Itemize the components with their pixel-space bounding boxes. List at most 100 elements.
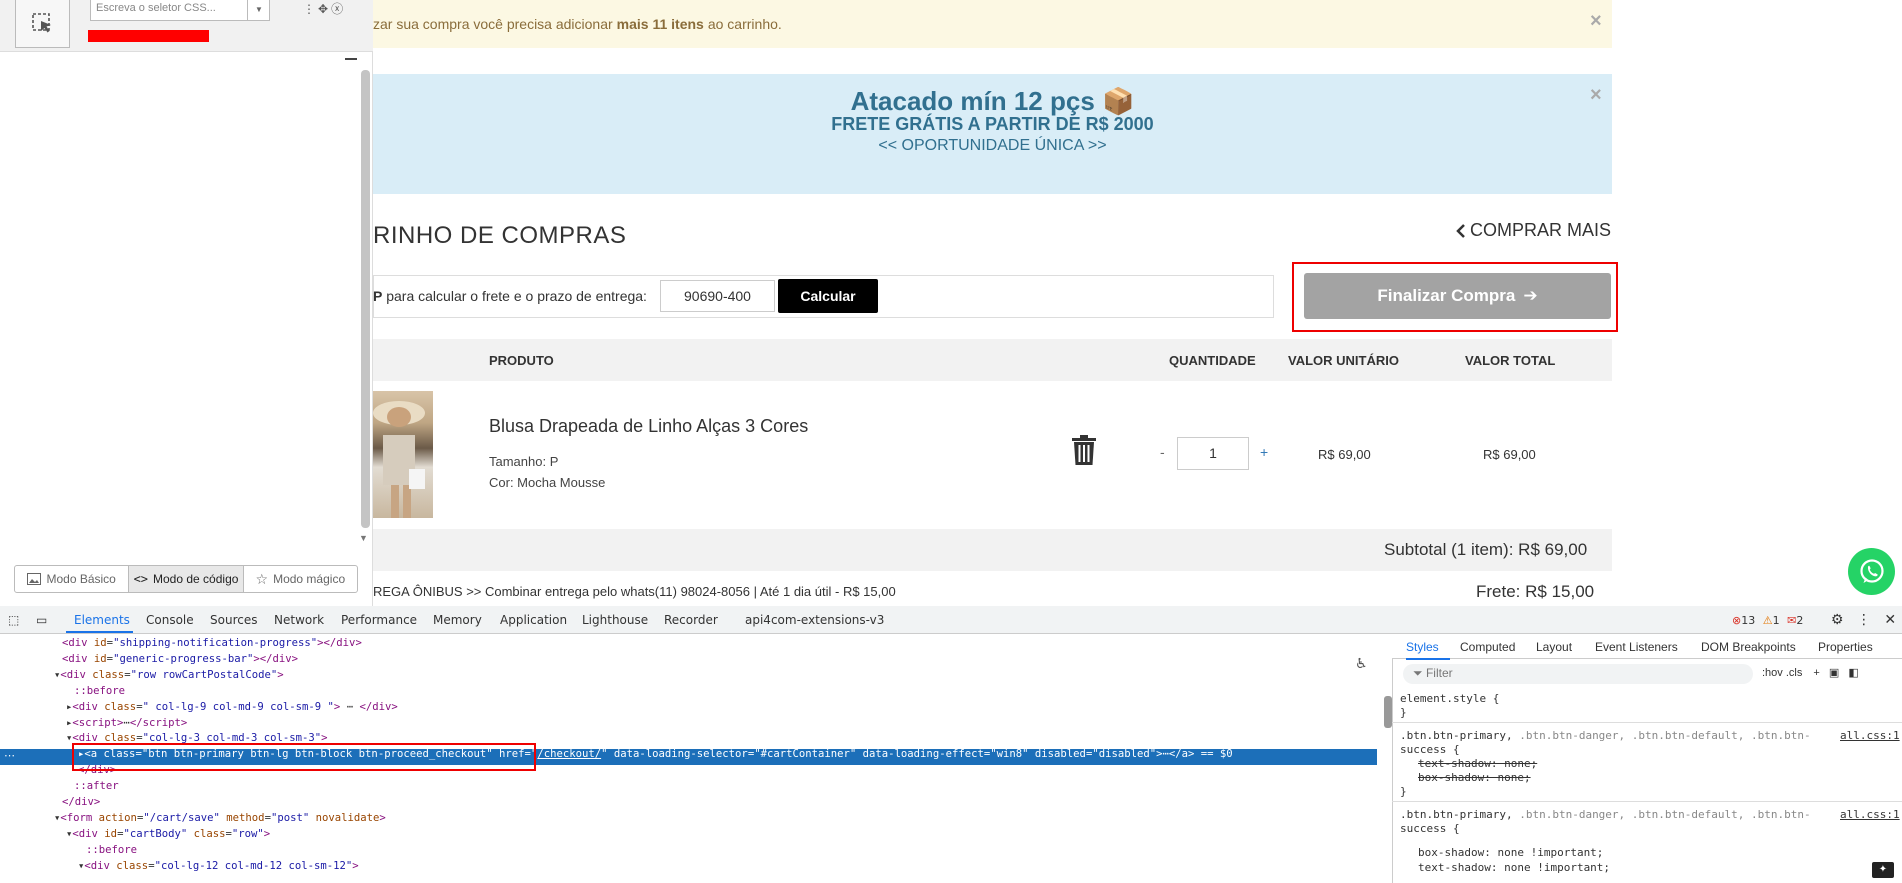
- element-picker-button[interactable]: [15, 0, 70, 48]
- close-devtools-icon[interactable]: ✕: [1884, 612, 1896, 628]
- dom-line[interactable]: ▾<div class="row rowCartPostalCode">: [54, 668, 284, 684]
- postal-code-input[interactable]: 90690-400: [660, 280, 775, 312]
- panel-controls[interactable]: ⋮✥ⓧ: [303, 0, 346, 17]
- tab-application[interactable]: Application: [500, 613, 567, 627]
- selector-dropdown-toggle[interactable]: ▼: [247, 0, 270, 21]
- filter-icon: ⏷: [1413, 666, 1423, 680]
- devtools-status[interactable]: ⊗13 ⚠1 ✉2 ⚙ ⋮ ✕: [1732, 612, 1896, 628]
- rule2-selector-rest: .btn.btn-danger, .btn.btn-default, .btn.…: [1512, 808, 1811, 821]
- trash-icon[interactable]: [1070, 434, 1098, 466]
- dom-line[interactable]: ::before: [86, 843, 137, 859]
- quantity-input[interactable]: 1: [1177, 437, 1249, 470]
- product-name[interactable]: Blusa Drapeada de Linho Alças 3 Cores: [489, 416, 808, 437]
- calculate-shipping-button[interactable]: Calcular: [778, 279, 878, 313]
- product-size: Tamanho: P: [489, 454, 559, 469]
- scroll-down-arrow-icon[interactable]: ▼: [359, 533, 368, 543]
- close-circle-icon[interactable]: ⓧ: [331, 2, 346, 16]
- move-icon[interactable]: ✥: [318, 2, 331, 16]
- tab-properties[interactable]: Properties: [1818, 640, 1873, 654]
- dom-line[interactable]: ::after: [74, 779, 119, 795]
- cart-title: RINHO DE COMPRAS: [373, 222, 627, 249]
- css-selector-input[interactable]: Escreva o seletor CSS...: [90, 0, 270, 21]
- quantity-decrease-button[interactable]: -: [1160, 444, 1165, 460]
- styles-tabbar: Styles Computed Layout Event Listeners D…: [1392, 635, 1902, 659]
- dom-line[interactable]: ▸<div class=" col-lg-9 col-md-9 col-sm-9…: [66, 700, 398, 716]
- rule2-source-link[interactable]: all.css:1: [1840, 808, 1900, 821]
- element-style-rule[interactable]: element.style {: [1400, 692, 1499, 705]
- rule2-selector[interactable]: .btn.btn-primary, .btn.btn-danger, .btn.…: [1400, 808, 1811, 821]
- rule1-source-link[interactable]: all.css:1: [1840, 729, 1900, 742]
- dom-line[interactable]: ::before: [74, 684, 125, 700]
- tab-dom-breakpoints[interactable]: DOM Breakpoints: [1701, 640, 1796, 654]
- accessibility-icon[interactable]: ♿: [1355, 655, 1368, 672]
- mode-code-button[interactable]: <> Modo de código: [129, 566, 244, 592]
- postal-label: P para calcular o frete e o prazo de ent…: [373, 288, 647, 304]
- buy-more-link[interactable]: COMPRAR MAIS: [1456, 220, 1611, 241]
- tab-styles[interactable]: Styles: [1406, 640, 1439, 654]
- product-photo-icon: [373, 401, 425, 518]
- tab-network[interactable]: Network: [274, 613, 324, 627]
- dom-highlight-box: [72, 743, 536, 771]
- dom-line[interactable]: ▾<div id="cartBody" class="row">: [66, 827, 270, 843]
- error-count: 13: [1741, 614, 1756, 627]
- mode-basic-label: Modo Básico: [46, 572, 116, 586]
- settings-gear-icon[interactable]: ⚙: [1831, 612, 1844, 628]
- unit-price: R$ 69,00: [1318, 447, 1371, 462]
- mode-basic-button[interactable]: Modo Básico: [15, 566, 130, 592]
- add-rule-icon[interactable]: +: [1813, 667, 1819, 679]
- styles-filter-input[interactable]: ⏷ Filter: [1403, 664, 1753, 684]
- dom-scrollbar[interactable]: [1384, 696, 1392, 728]
- finalize-label: Finalizar Compra: [1377, 286, 1516, 305]
- finalize-purchase-button[interactable]: Finalizar Compra ➔: [1304, 273, 1611, 319]
- inspect-element-icon[interactable]: ⬚: [8, 613, 19, 627]
- tab-memory[interactable]: Memory: [433, 613, 482, 627]
- rule1-prop2[interactable]: box-shadow: none;: [1418, 771, 1531, 784]
- tab-performance[interactable]: Performance: [341, 613, 417, 627]
- tab-event-listeners[interactable]: Event Listeners: [1595, 640, 1678, 654]
- rule1-selector-main: .btn.btn-primary,: [1400, 729, 1513, 742]
- rule1-prop1[interactable]: text-shadow: none;: [1418, 757, 1537, 770]
- sidebar-toggle-icon[interactable]: ◧: [1848, 667, 1858, 679]
- scrollbar-top-cap: [345, 58, 357, 60]
- dom-line[interactable]: ▾<form action="/cart/save" method="post"…: [54, 811, 386, 827]
- code-icon: <>: [133, 572, 149, 586]
- quantity-increase-button[interactable]: +: [1260, 444, 1268, 460]
- tab-layout[interactable]: Layout: [1536, 640, 1572, 654]
- hov-cls-toggles[interactable]: :hov .cls: [1762, 667, 1802, 679]
- rule1-selector[interactable]: .btn.btn-primary, .btn.btn-danger, .btn.…: [1400, 729, 1811, 742]
- tab-elements[interactable]: Elements: [74, 613, 130, 627]
- notice-bold: mais 11 itens: [616, 16, 704, 32]
- mode-magic-button[interactable]: ☆ Modo mágico: [244, 566, 357, 592]
- promo-close-icon[interactable]: ×: [1590, 84, 1602, 107]
- extension-scrollbar[interactable]: [361, 70, 370, 528]
- dom-line[interactable]: </div>: [62, 795, 100, 811]
- tab-console[interactable]: Console: [146, 613, 194, 627]
- shipping-option[interactable]: REGA ÔNIBUS >> Combinar entrega pelo wha…: [373, 584, 896, 599]
- dom-line[interactable]: <div id="shipping-notification-progress"…: [62, 636, 362, 652]
- promo-link[interactable]: << OPORTUNIDADE ÚNICA >>: [373, 137, 1612, 155]
- dom-line[interactable]: ▸<script>⋯</script>: [66, 716, 187, 732]
- chevron-left-icon: [1456, 223, 1465, 238]
- whatsapp-icon[interactable]: [1848, 548, 1895, 595]
- more-icon[interactable]: ⋮: [303, 2, 318, 16]
- rule2-prop1[interactable]: box-shadow: none !important;: [1418, 846, 1603, 859]
- tab-recorder[interactable]: Recorder: [664, 613, 718, 627]
- tab-api4com[interactable]: api4com-extensions-v3: [745, 613, 884, 627]
- mode-code-label: Modo de código: [153, 572, 239, 586]
- tab-lighthouse[interactable]: Lighthouse: [582, 613, 648, 627]
- dom-line[interactable]: <div id="generic-progress-bar"></div>: [62, 652, 298, 668]
- product-image[interactable]: [373, 391, 433, 518]
- paint-icon[interactable]: ▣: [1829, 667, 1839, 679]
- tab-sources[interactable]: Sources: [210, 613, 257, 627]
- device-toolbar-icon[interactable]: ▭: [36, 613, 47, 627]
- tab-computed[interactable]: Computed: [1460, 640, 1515, 654]
- rule2-prop2[interactable]: text-shadow: none !important;: [1418, 861, 1610, 874]
- notice-close-icon[interactable]: ×: [1590, 10, 1602, 33]
- col-product: PRODUTO: [489, 353, 554, 368]
- kebab-menu-icon[interactable]: ⋮: [1857, 612, 1871, 628]
- total-price: R$ 69,00: [1483, 447, 1536, 462]
- magic-wand-icon[interactable]: ✦: [1872, 862, 1894, 878]
- dom-line[interactable]: ▾<div class="col-lg-12 col-md-12 col-sm-…: [78, 859, 359, 875]
- styles-toolbar[interactable]: :hov .cls + ▣ ◧: [1762, 666, 1859, 679]
- subtotal: Subtotal (1 item): R$ 69,00: [1384, 540, 1588, 559]
